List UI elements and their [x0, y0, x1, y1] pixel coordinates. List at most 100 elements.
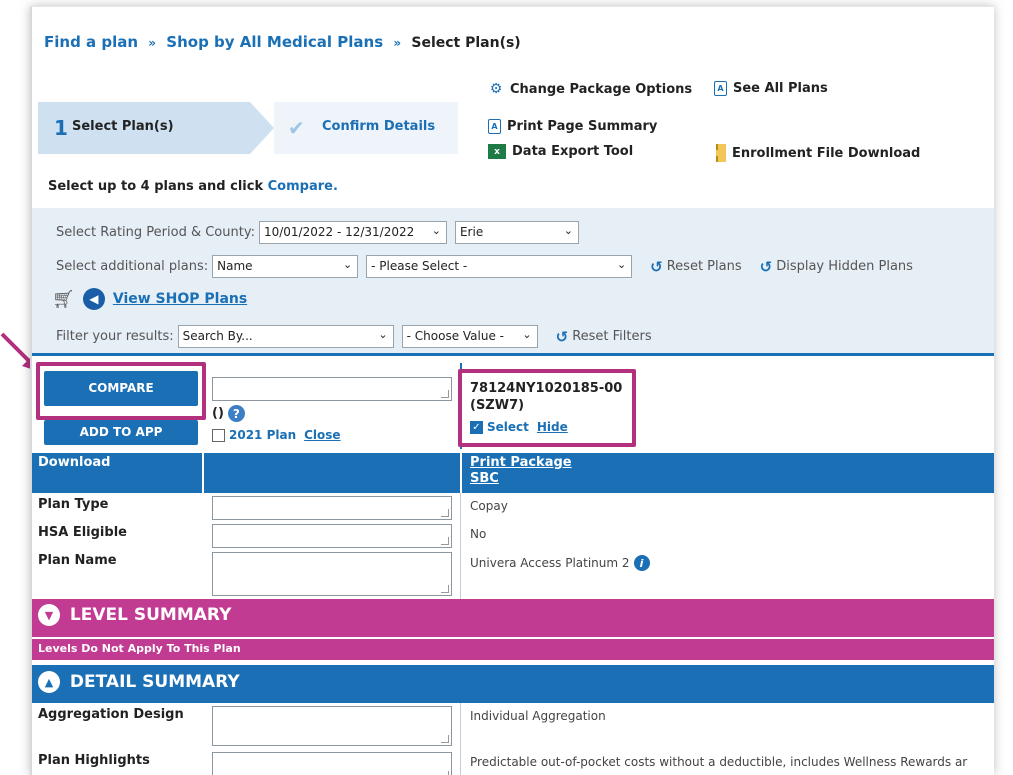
reset-icon: ↺ [650, 257, 663, 276]
rating-label: Select Rating Period & County: [56, 225, 255, 240]
reset-icon: ↺ [555, 327, 569, 346]
row-value: No [470, 527, 487, 541]
chevron-down-icon: ⌄ [616, 258, 627, 271]
detail-summary-title: DETAIL SUMMARY [69, 672, 240, 692]
download-header-row: Download Print Package SBC [32, 453, 994, 493]
sbc-link[interactable]: SBC [470, 471, 572, 487]
county-select[interactable]: Erie ⌄ [454, 221, 579, 244]
row-label: HSA Eligible [38, 525, 127, 540]
step-label: Confirm Details [322, 119, 436, 134]
reset-filters-link[interactable]: ↺ Reset Filters [556, 328, 652, 346]
shop-plans-row: 🛒︎ ◀ View SHOP Plans [52, 288, 247, 310]
compare-link[interactable]: Compare. [268, 179, 338, 194]
breadcrumb-separator: » [393, 36, 402, 50]
rating-period-select[interactable]: 10/01/2022 - 12/31/2022 ⌄ [258, 221, 447, 244]
additional-by-select[interactable]: Name ⌄ [212, 255, 359, 278]
highlights-textarea[interactable] [212, 752, 452, 775]
plan-type-textarea[interactable] [212, 496, 452, 520]
info-icon[interactable]: i [633, 555, 650, 571]
additional-label: Select additional plans: [56, 259, 209, 274]
plan-name-value: Univera Access Platinum 2 i [470, 555, 650, 571]
instructions-text: Select up to 4 plans and click [48, 179, 264, 194]
reset-icon: ↺ [759, 257, 773, 276]
breadcrumb-find-plan[interactable]: Find a plan [44, 33, 138, 51]
level-summary-header[interactable]: ▼ LEVEL SUMMARY [32, 599, 994, 637]
row-value: Univera Access Platinum 2 [470, 556, 630, 570]
aggregation-textarea[interactable] [212, 706, 452, 746]
row-label: Plan Type [38, 497, 109, 512]
gear-icon: ⚙ [489, 81, 503, 97]
chevron-down-icon: ⌄ [563, 224, 573, 237]
table-row: Aggregation Design Individual Aggregatio… [32, 703, 994, 749]
table-row: Plan Name Univera Access Platinum 2 i [32, 549, 994, 599]
additional-plans-row: Select additional plans: Name ⌄ - Please… [56, 255, 913, 278]
chevron-down-icon: ⌄ [378, 328, 388, 341]
step-number: 1 [54, 116, 68, 140]
filter-results-row: Filter your results: Search By... ⌄ - Ch… [56, 325, 652, 348]
compare-button[interactable]: COMPARE [44, 371, 198, 406]
chevron-down-icon: ▼ [38, 604, 60, 626]
step-label: Select Plan(s) [72, 119, 174, 134]
display-hidden-label: Display Hidden Plans [776, 259, 913, 274]
column-divider [460, 493, 461, 599]
additional-by-value: Name [217, 259, 253, 273]
rating-period-value: 10/01/2022 - 12/31/2022 [263, 225, 415, 239]
view-shop-plans-link[interactable]: View SHOP Plans [113, 291, 247, 307]
plan-id-line1: 78124NY1020185-00 [470, 381, 623, 396]
download-header: Download [38, 455, 111, 470]
enrollment-download-link[interactable]: Enrollment File Download [716, 144, 920, 162]
reset-plans-link[interactable]: ↺ Reset Plans [650, 258, 741, 276]
change-package-link[interactable]: ⚙ Change Package Options [488, 81, 692, 97]
step-select-plans[interactable]: 1 Select Plan(s) [38, 102, 274, 154]
search-by-select[interactable]: Search By... ⌄ [177, 325, 394, 348]
see-all-plans-label: See All Plans [733, 81, 828, 96]
plan-notes-textarea[interactable] [212, 377, 452, 401]
row-label: Plan Name [38, 553, 117, 568]
additional-plan-select[interactable]: - Please Select - ⌄ [366, 255, 633, 278]
breadcrumb-current: Select Plan(s) [411, 35, 521, 51]
breadcrumb-shop-all[interactable]: Shop by All Medical Plans [166, 33, 383, 51]
plan-select-row: ✓ Select Hide [470, 420, 568, 434]
plan-select-checkbox[interactable]: ✓ [470, 420, 483, 434]
year-plan-checkbox[interactable] [212, 428, 225, 442]
zip-file-icon [716, 144, 726, 162]
data-export-link[interactable]: x Data Export Tool [488, 144, 633, 159]
hsa-textarea[interactable] [212, 524, 452, 548]
rating-row: Select Rating Period & County: 10/01/202… [56, 221, 579, 244]
row-label: Plan Highlights [38, 753, 150, 768]
print-summary-link[interactable]: A Print Page Summary [488, 119, 657, 134]
plan-hide-link[interactable]: Hide [537, 420, 568, 434]
search-by-value: Search By... [182, 329, 253, 343]
row-value: Predictable out-of-pocket costs without … [470, 755, 968, 769]
choose-value-select[interactable]: - Choose Value - ⌄ [401, 325, 538, 348]
help-icon[interactable]: ? [227, 405, 245, 422]
plan-id: 78124NY1020185-00 (SZW7) [470, 380, 622, 414]
filter-panel: Select Rating Period & County: 10/01/202… [32, 208, 994, 356]
excel-icon: x [488, 144, 506, 159]
see-all-plans-link[interactable]: A See All Plans [714, 81, 828, 96]
print-package-link[interactable]: Print Package [470, 455, 572, 471]
chevron-up-icon: ▲ [38, 671, 60, 693]
data-export-label: Data Export Tool [512, 144, 634, 159]
add-to-app-button[interactable]: ADD TO APP [44, 420, 198, 445]
checkmark-icon: ✔ [288, 116, 305, 140]
print-summary-label: Print Page Summary [507, 119, 658, 134]
table-row: Plan Type Copay [32, 493, 994, 521]
empty-plan-info: () ? [212, 405, 245, 422]
year-plan-label: 2021 Plan [229, 428, 297, 442]
county-value: Erie [459, 225, 484, 239]
cart-icon: 🛒︎ [52, 288, 75, 310]
instructions: Select up to 4 plans and click Compare. [48, 179, 338, 194]
detail-summary-header[interactable]: ▲ DETAIL SUMMARY [32, 665, 994, 703]
plan-download-links: Print Package SBC [470, 455, 572, 487]
close-link[interactable]: Close [304, 428, 340, 442]
display-hidden-link[interactable]: ↺ Display Hidden Plans [760, 258, 913, 276]
row-value: Copay [470, 499, 508, 513]
header-divider [202, 453, 204, 493]
plan-select-label: Select [487, 420, 529, 434]
step-confirm-details[interactable]: ✔ Confirm Details [274, 102, 458, 154]
change-package-label: Change Package Options [510, 81, 693, 97]
row-value: Individual Aggregation [470, 709, 606, 723]
breadcrumb: Find a plan » Shop by All Medical Plans … [38, 7, 994, 73]
plan-name-textarea[interactable] [212, 552, 452, 596]
